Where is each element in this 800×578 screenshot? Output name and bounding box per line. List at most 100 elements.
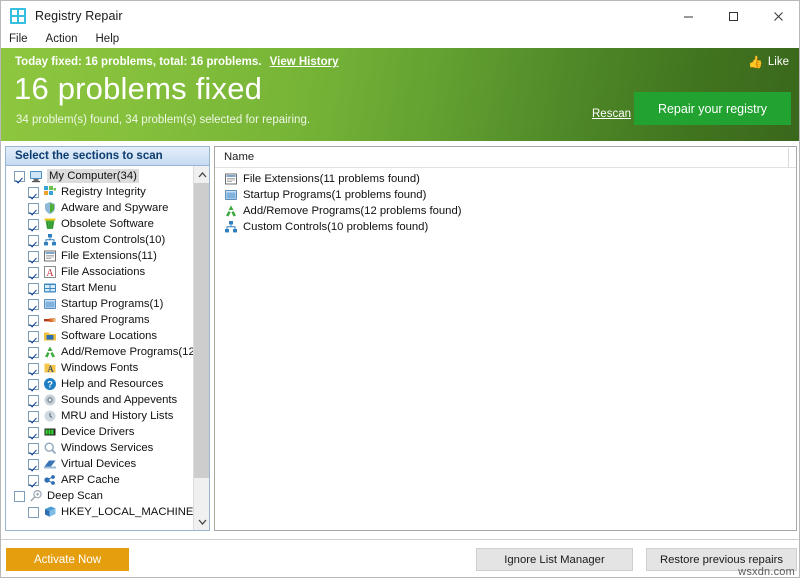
sidebar-item[interactable]: My Computer(34) [6,168,192,184]
section-checkbox[interactable] [28,314,39,326]
result-row-label: Startup Programs(1 problems found) [243,189,427,201]
menu-help[interactable]: Help [87,31,129,48]
registry-repair-window: Registry Repair File Action Help Today f… [0,0,800,578]
sidebar-item-label: MRU and History Lists [61,410,174,422]
result-row[interactable]: Custom Controls(10 problems found) [215,219,796,235]
thumbs-up-icon: 👍 [747,55,763,69]
section-checkbox[interactable] [14,490,25,502]
svg-text:?: ? [47,380,53,391]
menu-bar: File Action Help [1,31,799,48]
sidebar-item[interactable]: Software Locations [6,328,192,344]
registry-grid-icon [10,8,26,24]
ignore-list-manager-button[interactable]: Ignore List Manager [476,548,633,571]
results-list: File Extensions(11 problems found) Startu… [215,168,796,235]
recycle-icon [43,345,57,359]
section-checkbox[interactable] [28,458,39,470]
rescan-link[interactable]: Rescan [592,108,631,120]
today-fixed-text: Today fixed: 16 problems, total: 16 prob… [15,56,262,68]
like-control[interactable]: 👍 Like [748,56,789,68]
section-checkbox[interactable] [28,202,39,214]
sidebar-item[interactable]: ? Help and Resources [6,376,192,392]
sidebar-item-label: File Extensions(11) [61,250,157,262]
view-history-link[interactable]: View History [270,56,339,68]
menu-file[interactable]: File [1,31,37,48]
chip-icon [43,425,57,439]
section-checkbox[interactable] [28,506,39,518]
section-checkbox[interactable] [28,330,39,342]
sidebar-item[interactable]: Adware and Spyware [6,200,192,216]
section-checkbox[interactable] [28,282,39,294]
column-header-name[interactable]: Name [215,151,254,163]
sidebar-item[interactable]: Sounds and Appevents [6,392,192,408]
sidebar-item[interactable]: Add/Remove Programs(12) [6,344,199,360]
section-checkbox[interactable] [28,298,39,310]
results-header: Name [215,147,796,168]
sidebar-item[interactable]: A Windows Fonts [6,360,192,376]
window-icon [43,297,57,311]
speaker-icon [43,393,57,407]
svg-text:A: A [46,268,54,279]
maximize-icon[interactable] [711,1,756,31]
sidebar-item[interactable]: Shared Programs [6,312,192,328]
section-checkbox[interactable] [28,378,39,390]
results-panel: Name File Extensions(11 problems found) S… [214,146,797,531]
sidebar-item[interactable]: Registry Integrity [6,184,192,200]
plug-icon [43,313,57,327]
sidebar-item[interactable]: Obsolete Software [6,216,192,232]
section-checkbox[interactable] [28,426,39,438]
registry-grid-icon [43,185,57,199]
section-checkbox[interactable] [28,234,39,246]
section-checkbox[interactable] [28,346,39,358]
sidebar-item[interactable]: HKEY_LOCAL_MACHINE [6,504,193,520]
sidebar-item[interactable]: Windows Services [6,440,192,456]
window-title: Registry Repair [35,9,123,23]
section-checkbox[interactable] [28,266,39,278]
section-checkbox[interactable] [28,362,39,374]
sidebar-item[interactable]: Startup Programs(1) [6,296,192,312]
result-row[interactable]: File Extensions(11 problems found) [215,171,796,187]
subline: 34 problem(s) found, 34 problem(s) selec… [16,114,311,126]
sections-scrollbar[interactable] [193,166,209,530]
window-icon [224,188,238,202]
scrollbar-thumb[interactable] [194,183,209,478]
close-icon[interactable] [756,1,799,31]
section-checkbox[interactable] [28,442,39,454]
result-row-label: File Extensions(11 problems found) [243,173,420,185]
sidebar-item[interactable]: Device Drivers [6,424,192,440]
result-row[interactable]: Add/Remove Programs(12 problems found) [215,203,796,219]
sidebar-item-label: Device Drivers [61,426,135,438]
section-checkbox[interactable] [14,170,25,182]
result-row[interactable]: Startup Programs(1 problems found) [215,187,796,203]
sidebar-item[interactable]: Custom Controls(10) [6,232,192,248]
sidebar-item-label: Registry Integrity [61,186,146,198]
sidebar-item-label: Sounds and Appevents [61,394,178,406]
sidebar-item[interactable]: ARP Cache [6,472,192,488]
repair-registry-button[interactable]: Repair your registry [634,92,791,125]
section-checkbox[interactable] [28,410,39,422]
activate-now-button[interactable]: Activate Now [6,548,129,571]
network-icon [43,473,57,487]
scroll-down-icon[interactable] [194,513,209,530]
minimize-icon[interactable] [666,1,711,31]
sidebar-item[interactable]: MRU and History Lists [6,408,192,424]
magnifier-plus-icon [29,489,43,503]
section-checkbox[interactable] [28,474,39,486]
sidebar-item-label: Custom Controls(10) [61,234,166,246]
svg-text:A: A [47,364,54,374]
sidebar-item[interactable]: File Extensions(11) [6,248,192,264]
sidebar-item[interactable]: Start Menu [6,280,192,296]
sidebar-item[interactable]: Deep Scan [6,488,192,504]
section-checkbox[interactable] [28,218,39,230]
file-extension-icon [43,249,57,263]
section-checkbox[interactable] [28,394,39,406]
sidebar-item[interactable]: Virtual Devices [6,456,192,472]
section-checkbox[interactable] [28,186,39,198]
monitor-icon [29,169,43,183]
letter-a-icon: A [43,265,57,279]
section-checkbox[interactable] [28,250,39,262]
menu-action[interactable]: Action [37,31,87,48]
column-divider [788,148,789,167]
sidebar-item[interactable]: A File Associations [6,264,192,280]
scroll-up-icon[interactable] [194,166,209,183]
watermark: wsxdn.com [738,566,795,578]
